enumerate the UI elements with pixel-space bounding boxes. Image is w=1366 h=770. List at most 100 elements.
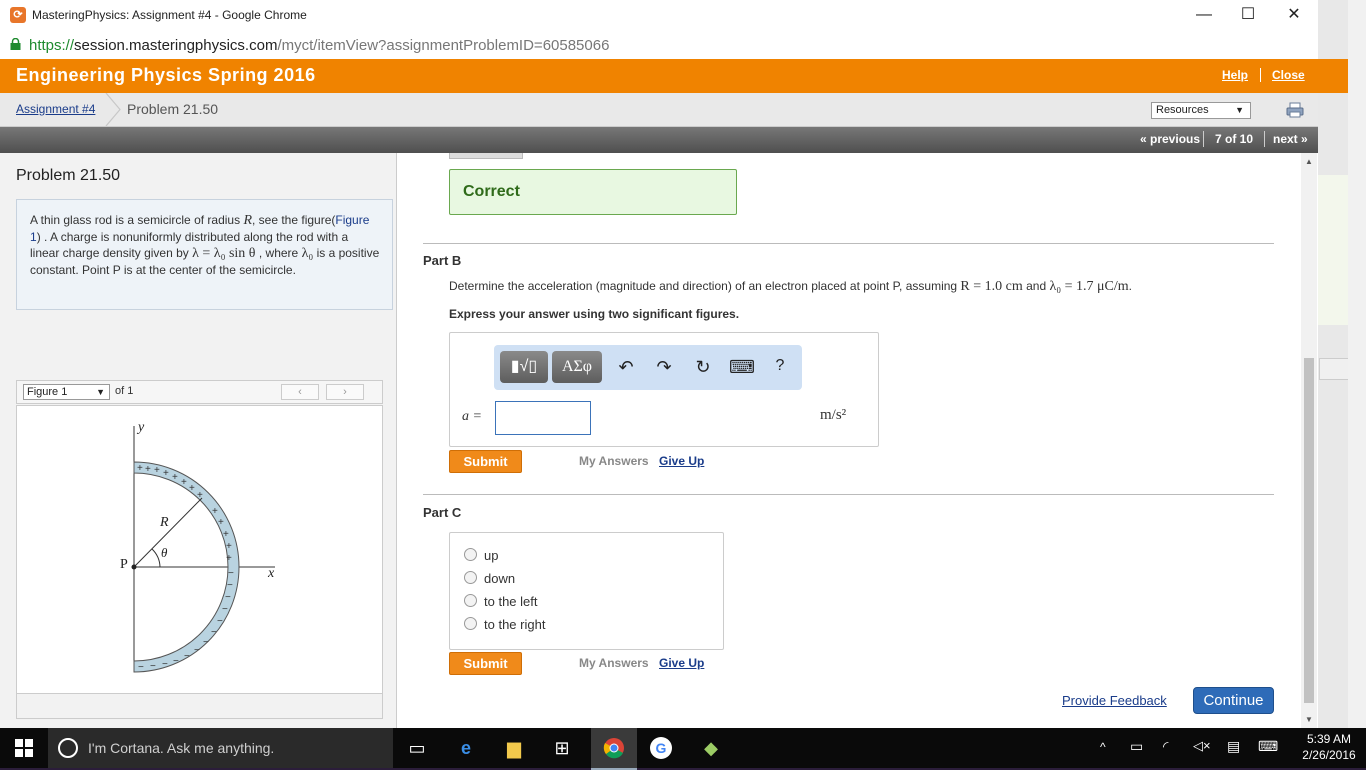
problem-statement: A thin glass rod is a semicircle of radi… [16, 199, 393, 310]
theta-arc [151, 548, 161, 568]
radio-button[interactable] [464, 548, 477, 561]
print-icon[interactable] [1286, 102, 1304, 118]
svg-text:+: + [223, 529, 229, 540]
breadcrumb-assignment-link[interactable]: Assignment #4 [16, 102, 95, 116]
cortana-search[interactable]: I'm Cortana. Ask me anything. [48, 728, 393, 768]
resources-select[interactable]: Resources ▼ [1151, 102, 1251, 119]
show-hidden-icons-icon[interactable]: ^ [1100, 740, 1106, 754]
part-c-submit-button[interactable]: Submit [449, 652, 522, 675]
app-icon[interactable]: ◆ [698, 736, 724, 760]
minimize-button[interactable]: — [1182, 4, 1226, 26]
radio-button[interactable] [464, 594, 477, 607]
help-icon[interactable]: ? [768, 357, 792, 375]
cortana-placeholder: I'm Cortana. Ask me anything. [88, 740, 275, 756]
page-scrollbar[interactable]: ▲ ▼ [1301, 153, 1317, 728]
close-window-button[interactable]: ✕ [1272, 4, 1316, 26]
close-link[interactable]: Close [1272, 68, 1305, 82]
answer-box: ▮√▯ ΑΣφ ↶ ↷ ↻ ⌨ ? a = m/s² [449, 332, 879, 447]
part-b-submit-button[interactable]: Submit [449, 450, 522, 473]
svg-text:−: − [194, 645, 200, 656]
part-b-give-up-link[interactable]: Give Up [659, 454, 704, 468]
store-icon[interactable]: ⊞ [549, 736, 575, 760]
part-c-give-up-link[interactable]: Give Up [659, 656, 704, 670]
notifications-icon[interactable]: ▤ [1227, 738, 1240, 755]
window-title: MasteringPhysics: Assignment #4 - Google… [32, 8, 307, 22]
part-a-button-edge [449, 153, 523, 159]
period-text: . [1128, 279, 1133, 293]
undo-icon[interactable]: ↶ [614, 357, 638, 378]
condition-R: R = 1.0 cm [960, 279, 1023, 294]
templates-button[interactable]: ▮√▯ [500, 351, 548, 383]
background-window-scrollbar [1348, 0, 1366, 728]
resources-select-value: Resources [1156, 104, 1209, 116]
file-explorer-icon[interactable]: ▆ [501, 736, 527, 760]
acceleration-input[interactable] [495, 401, 591, 435]
reset-icon[interactable]: ↻ [691, 357, 715, 378]
figure-select-value: Figure 1 [27, 386, 68, 398]
clock-time: 5:39 AM [1306, 732, 1352, 746]
task-view-icon[interactable]: ▭ [404, 736, 430, 760]
svg-text:+: + [154, 465, 160, 476]
semicircle-rod-diagram: + + + + + + +++ +++ + −−− −−− −−− −−−− [131, 426, 275, 673]
url-text[interactable]: https://session.masteringphysics.com/myc… [29, 37, 609, 54]
google-icon[interactable]: G [648, 736, 674, 760]
url-scheme: https:// [29, 37, 75, 54]
answer-area: Correct Part B Determine the acceleratio… [397, 153, 1301, 728]
continue-button[interactable]: Continue [1193, 687, 1274, 714]
figure-prev-button[interactable]: ‹ [281, 384, 319, 400]
radio-button[interactable] [464, 571, 477, 584]
scroll-down-icon[interactable]: ▼ [1305, 715, 1313, 724]
maximize-button[interactable]: ☐ [1226, 4, 1270, 26]
provide-feedback-link[interactable]: Provide Feedback [1062, 693, 1167, 708]
next-link[interactable]: next » [1273, 132, 1308, 146]
previous-link[interactable]: « previous [1140, 132, 1200, 146]
volume-icon[interactable]: ◁× [1193, 738, 1211, 754]
cortana-icon [58, 738, 78, 758]
help-link[interactable]: Help [1222, 68, 1248, 82]
svg-text:−: − [217, 616, 223, 627]
option-up[interactable]: up [464, 548, 498, 563]
background-window-box [1319, 358, 1351, 380]
option-left[interactable]: to the left [464, 594, 537, 609]
clock[interactable]: 5:39 AM 2/26/2016 [1296, 731, 1362, 763]
svg-text:−: − [227, 580, 233, 591]
svg-text:−: − [138, 662, 144, 673]
symbol-R: R [243, 213, 252, 228]
direction-options: up down to the left to the right [449, 532, 724, 650]
edge-icon[interactable]: e [453, 736, 479, 760]
address-bar[interactable]: https://session.masteringphysics.com/myc… [0, 31, 1318, 60]
windows-start-icon[interactable] [15, 739, 33, 757]
option-down[interactable]: down [464, 571, 515, 586]
breadcrumb: Assignment #4 Problem 21.50 Resources ▼ [0, 93, 1318, 127]
greek-symbols-button[interactable]: ΑΣφ [552, 351, 602, 383]
chrome-taskbar-item[interactable] [591, 728, 637, 770]
problem-nav-bar: « previous 7 of 10 next » [0, 127, 1318, 153]
scroll-up-icon[interactable]: ▲ [1305, 157, 1313, 166]
redo-icon[interactable]: ↷ [652, 357, 676, 378]
lock-icon [10, 38, 21, 50]
condition-lambda: λ₀ = 1.7 μC/m [1049, 279, 1129, 294]
answer-instruction: Express your answer using two significan… [449, 307, 740, 321]
option-right[interactable]: to the right [464, 617, 545, 632]
svg-text:G: G [656, 740, 667, 756]
svg-text:−: − [228, 568, 234, 579]
part-b-my-answers: My Answers [579, 454, 649, 468]
figure-next-button[interactable]: › [326, 384, 364, 400]
radio-button[interactable] [464, 617, 477, 630]
battery-icon[interactable]: ▭ [1130, 738, 1143, 755]
divider [423, 243, 1274, 244]
theta-label: θ [161, 545, 168, 560]
problem-text-4: , where [258, 246, 299, 260]
figure-select[interactable]: Figure 1 ▼ [23, 384, 110, 400]
breadcrumb-chevron-icon [105, 93, 121, 126]
svg-text:+: + [226, 553, 232, 564]
point-P [131, 564, 137, 570]
chevron-down-icon: ▼ [1235, 105, 1244, 115]
scrollbar-thumb[interactable] [1304, 358, 1314, 703]
keyboard-tray-icon[interactable]: ⌨ [1258, 738, 1278, 755]
option-label: up [484, 548, 499, 563]
svg-text:+: + [226, 541, 232, 552]
wifi-icon[interactable]: ◜ [1163, 738, 1168, 755]
part-a-correct-box: Correct [449, 169, 737, 215]
keyboard-icon[interactable]: ⌨ [729, 357, 755, 378]
